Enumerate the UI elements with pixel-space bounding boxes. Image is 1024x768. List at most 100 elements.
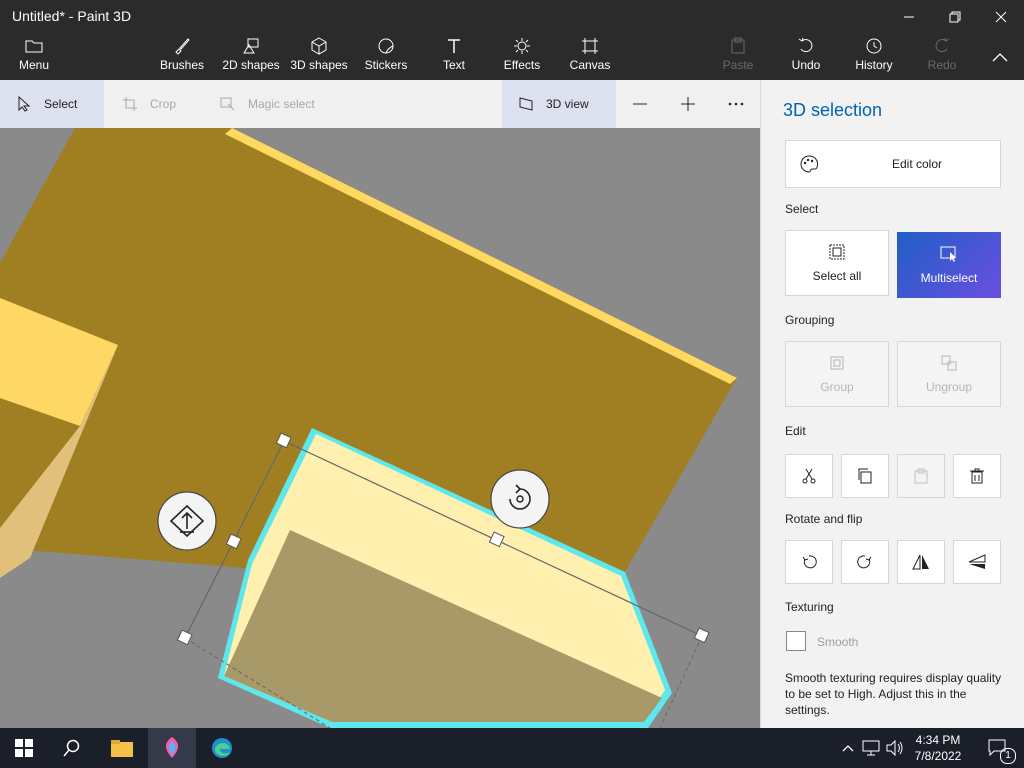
tab-label: Canvas <box>569 58 611 72</box>
flip-vertical-button[interactable] <box>953 540 1001 584</box>
undo-label: Undo <box>791 58 821 72</box>
3d-view-toggle[interactable]: 3D view <box>502 80 616 128</box>
select-all-button[interactable]: Select all <box>785 230 889 296</box>
flip-horizontal-icon <box>912 554 929 570</box>
clock-time: 4:34 PM <box>915 733 961 747</box>
group-icon <box>829 355 845 374</box>
undo-button[interactable]: Undo <box>782 34 830 80</box>
collapse-ribbon-button[interactable] <box>986 34 1014 80</box>
tab-label: Stickers <box>364 58 408 72</box>
folder-icon <box>25 34 43 58</box>
edit-color-label: Edit color <box>891 157 943 171</box>
rotate-section-label: Rotate and flip <box>785 512 863 526</box>
canvas-icon <box>581 34 599 58</box>
search-button[interactable] <box>48 728 96 768</box>
tab-effects[interactable]: Effects <box>498 34 546 80</box>
ungroup-button[interactable]: Ungroup <box>897 341 1001 407</box>
tab-label: 3D shapes <box>290 58 348 72</box>
delete-button[interactable] <box>953 454 1001 498</box>
system-clock[interactable]: 4:34 PM 7/8/2022 <box>900 732 976 764</box>
tab-3d-shapes[interactable]: 3D shapes <box>288 34 350 80</box>
multiselect-icon <box>940 246 958 265</box>
3d-view-icon <box>516 96 536 112</box>
edit-color-button[interactable]: Edit color <box>785 140 1001 188</box>
minus-icon <box>633 103 647 105</box>
tab-label: Effects <box>503 58 541 72</box>
redo-button[interactable]: Redo <box>918 34 966 80</box>
history-button[interactable]: History <box>850 34 898 80</box>
file-explorer-button[interactable] <box>98 728 146 768</box>
redo-icon <box>933 34 951 58</box>
plus-icon <box>681 97 695 111</box>
undo-icon <box>797 34 815 58</box>
menu-button[interactable]: Menu <box>10 34 58 80</box>
tab-label: Brushes <box>159 58 205 72</box>
paste-label: Paste <box>722 58 754 72</box>
drawing-canvas[interactable] <box>0 128 760 728</box>
tab-canvas[interactable]: Canvas <box>566 34 614 80</box>
tab-brushes[interactable]: Brushes <box>156 34 208 80</box>
cube-icon <box>310 34 328 58</box>
rotate-right-button[interactable] <box>841 540 889 584</box>
ribbon: Menu Brushes 2D shapes 3D shapes Sticker… <box>0 34 1024 80</box>
text-icon <box>445 34 463 58</box>
resize-handle <box>176 629 193 646</box>
tab-stickers[interactable]: Stickers <box>362 34 410 80</box>
folder-icon <box>111 740 133 757</box>
taskbar: 4:34 PM 7/8/2022 1 <box>0 728 1024 768</box>
smooth-checkbox[interactable] <box>786 631 806 651</box>
paste-panel-button[interactable] <box>897 454 945 498</box>
tab-label: 2D shapes <box>222 58 280 72</box>
copy-icon <box>858 468 872 484</box>
crop-tool-label: Crop <box>150 97 177 111</box>
crop-icon <box>120 96 140 112</box>
paint-3d-taskbar-button[interactable] <box>148 728 196 768</box>
rotate-handle <box>490 469 550 529</box>
flip-horizontal-button[interactable] <box>897 540 945 584</box>
select-all-icon <box>829 244 845 263</box>
rotate-left-button[interactable] <box>785 540 833 584</box>
more-options-button[interactable] <box>722 80 750 128</box>
notification-count-badge: 1 <box>1000 748 1016 764</box>
history-label: History <box>855 58 893 72</box>
zoom-in-button[interactable] <box>674 80 702 128</box>
rotate-left-icon <box>802 555 817 569</box>
restore-icon <box>949 11 961 23</box>
tab-text[interactable]: Text <box>430 34 478 80</box>
trash-icon <box>970 468 984 484</box>
edge-button[interactable] <box>198 728 246 768</box>
chevron-up-icon <box>992 53 1008 62</box>
search-icon <box>63 739 80 757</box>
multiselect-button[interactable]: Multiselect <box>897 232 1001 298</box>
select-tool[interactable]: Select <box>0 80 104 128</box>
group-button[interactable]: Group <box>785 341 889 407</box>
2d-shapes-icon <box>242 34 260 58</box>
network-button[interactable] <box>860 728 882 768</box>
panel-title: 3D selection <box>783 100 883 120</box>
clock-date: 7/8/2022 <box>914 749 962 763</box>
texturing-section-label: Texturing <box>785 600 834 614</box>
copy-button[interactable] <box>841 454 889 498</box>
network-icon <box>862 740 880 756</box>
sticker-icon <box>377 34 395 58</box>
cut-button[interactable] <box>785 454 833 498</box>
select-tool-label: Select <box>44 97 78 111</box>
paste-button[interactable]: Paste <box>714 34 762 80</box>
cursor-icon <box>14 96 34 112</box>
minimize-button[interactable] <box>886 0 932 34</box>
magic-select-tool[interactable]: Magic select <box>214 80 344 128</box>
close-button[interactable] <box>978 0 1024 34</box>
group-label: Group <box>820 379 854 394</box>
3d-view-label: 3D view <box>546 97 589 111</box>
show-hidden-icons-button[interactable] <box>838 728 858 768</box>
paint-3d-icon <box>165 737 179 758</box>
start-button[interactable] <box>0 728 48 768</box>
notifications-button[interactable]: 1 <box>980 728 1016 768</box>
redo-label: Redo <box>927 58 957 72</box>
menu-label: Menu <box>18 58 50 72</box>
crop-tool[interactable]: Crop <box>116 80 206 128</box>
zoom-out-button[interactable] <box>626 80 654 128</box>
restore-button[interactable] <box>932 0 978 34</box>
title-bar: Untitled* - Paint 3D <box>0 0 1024 34</box>
tab-2d-shapes[interactable]: 2D shapes <box>220 34 282 80</box>
